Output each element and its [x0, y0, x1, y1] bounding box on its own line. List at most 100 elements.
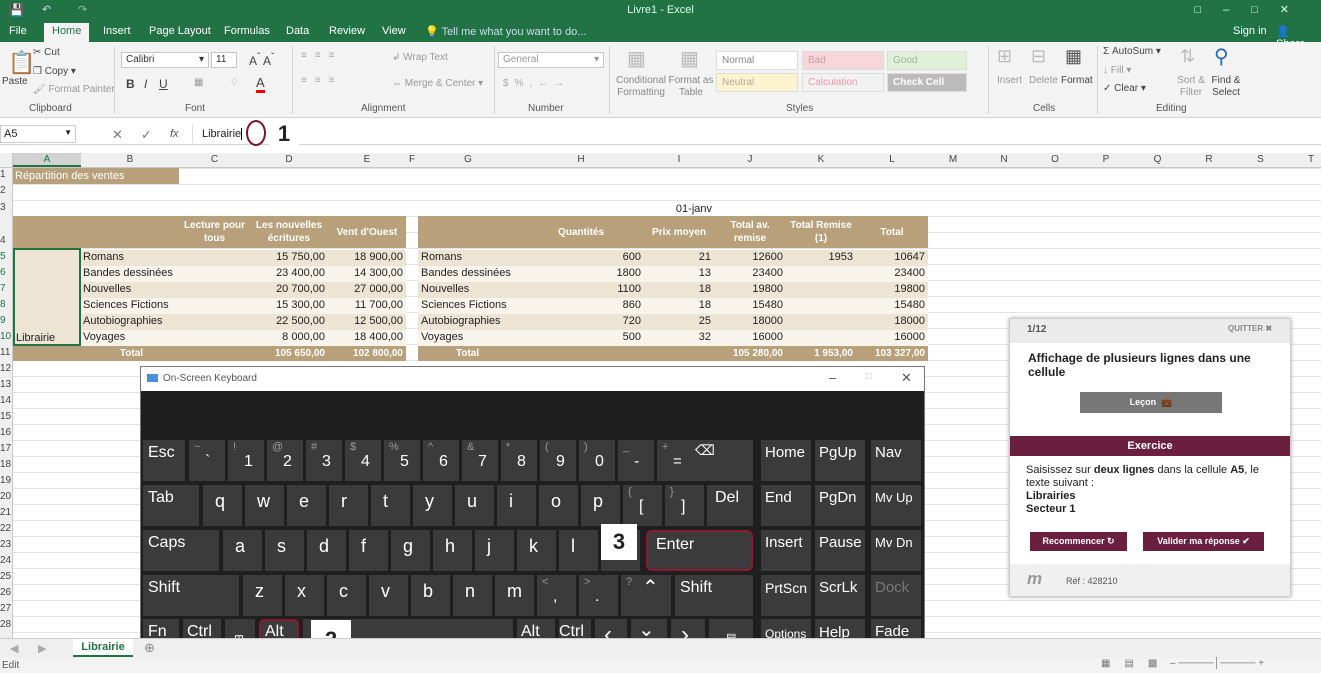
key-d[interactable]: d	[307, 530, 346, 571]
row-header[interactable]: 27	[0, 603, 12, 614]
delete-cells-icon[interactable]: ⊟	[1031, 46, 1046, 67]
key-r[interactable]: r	[329, 485, 368, 526]
row-header[interactable]: 10	[0, 331, 12, 342]
style-neutral[interactable]: Neutral	[716, 73, 798, 92]
number-format-select[interactable]: General ▾	[498, 52, 604, 68]
row-header[interactable]: 24	[0, 555, 12, 566]
table-cell[interactable]: 860	[518, 298, 644, 314]
format-cells-icon[interactable]: ▦	[1065, 46, 1082, 67]
key-caps[interactable]: Caps	[143, 530, 219, 571]
restart-button[interactable]: Recommencer ↻	[1030, 532, 1127, 551]
col-header-c[interactable]: C	[179, 154, 250, 165]
row-header[interactable]: 26	[0, 587, 12, 598]
key-del[interactable]: Del	[709, 485, 753, 526]
col-header-i[interactable]: I	[644, 154, 714, 165]
format-table-icon[interactable]: ▦	[680, 46, 699, 71]
header-cell[interactable]: Quantités	[518, 216, 644, 248]
table-cell[interactable]	[786, 266, 856, 282]
table-cell[interactable]	[179, 330, 250, 346]
key-5[interactable]: % 5	[384, 440, 420, 481]
header-cell[interactable]	[13, 216, 81, 248]
fx-icon[interactable]: fx	[170, 128, 179, 140]
table-cell[interactable]: 15480	[714, 298, 786, 314]
key-x[interactable]: x	[285, 575, 324, 616]
table-cell[interactable]: 16000	[714, 330, 786, 346]
col-header-b[interactable]: B	[81, 154, 179, 165]
font-color-icon[interactable]: A	[256, 75, 265, 93]
key-e[interactable]: e	[287, 485, 326, 526]
key-z[interactable]: z	[243, 575, 282, 616]
key-tab[interactable]: Tab	[143, 485, 199, 526]
table-cell[interactable]: 1953	[786, 250, 856, 266]
col-header-p[interactable]: P	[1080, 154, 1132, 165]
key-home[interactable]: Home	[761, 440, 811, 481]
col-header-e[interactable]: E	[328, 154, 406, 165]
key-dock[interactable]: Dock	[871, 575, 921, 616]
key-][interactable]: }]	[665, 485, 704, 526]
cut-button[interactable]: ✂ Cut	[33, 47, 60, 58]
sheet-tab-librairie[interactable]: Librairie	[73, 639, 133, 657]
table-row-label[interactable]: Autobiographies	[81, 314, 179, 330]
cancel-icon[interactable]: ✕	[112, 127, 123, 143]
right-total-tot[interactable]: 103 327,00	[856, 346, 928, 361]
key-7[interactable]: & 7	[462, 440, 498, 481]
col-header-l[interactable]: L	[856, 154, 928, 165]
row-header[interactable]: 9	[0, 315, 12, 326]
header-cell[interactable]	[418, 216, 518, 248]
copy-button[interactable]: ❐ Copy ▾	[33, 66, 76, 77]
col-header-r[interactable]: R	[1183, 154, 1235, 165]
table-cell[interactable]: 27 000,00	[328, 282, 406, 298]
key-c[interactable]: c	[327, 575, 366, 616]
format-cells-button[interactable]: Format	[1061, 75, 1093, 86]
col-header-h[interactable]: H	[518, 154, 644, 165]
key-,[interactable]: <,	[537, 575, 576, 616]
col-header-o[interactable]: O	[1030, 154, 1080, 165]
table-row-label[interactable]: Bandes dessinées	[418, 266, 518, 282]
key-1[interactable]: ! 1	[228, 440, 264, 481]
italic-button[interactable]: I	[144, 77, 147, 91]
header-cell[interactable]: Prix moyen	[644, 216, 714, 248]
currency-percent-icons[interactable]: $%,←→	[503, 78, 570, 89]
col-header-a[interactable]: A	[13, 153, 81, 167]
row-header[interactable]: 18	[0, 459, 12, 470]
table-cell[interactable]: 12 500,00	[328, 314, 406, 330]
table-cell[interactable]: 18000	[856, 314, 928, 330]
key-g[interactable]: g	[391, 530, 430, 571]
left-total-d[interactable]: 105 650,00	[250, 346, 328, 361]
sheet-title[interactable]: Répartition des ventes	[13, 168, 179, 184]
key-p[interactable]: p	[581, 485, 620, 526]
row-header[interactable]: 22	[0, 523, 12, 534]
format-as-table-button[interactable]: Format as Table	[668, 75, 714, 99]
key-3[interactable]: #3	[306, 440, 342, 481]
key-w[interactable]: w	[245, 485, 284, 526]
row-header[interactable]: 8	[0, 299, 12, 310]
key-h[interactable]: h	[433, 530, 472, 571]
key-mvup[interactable]: Mv Up	[871, 485, 921, 526]
quit-button[interactable]: QUITTER ✖	[1228, 324, 1272, 333]
style-calculation[interactable]: Calculation	[802, 73, 884, 92]
align-top-icons[interactable]: ≡≡≡	[301, 50, 343, 61]
selected-cell-a5[interactable]: Librairie	[13, 248, 81, 346]
col-header-d[interactable]: D	[250, 154, 328, 165]
key-up-arrow[interactable]: ⌃	[635, 575, 671, 616]
col-header-n[interactable]: N	[978, 154, 1030, 165]
col-header-j[interactable]: J	[714, 154, 786, 165]
row-header[interactable]: 15	[0, 411, 12, 422]
find-select-button[interactable]: Find & Select	[1206, 75, 1246, 99]
scroll-right-icon[interactable]: ▶	[38, 642, 46, 655]
col-header-f[interactable]: F	[406, 154, 418, 165]
key-i[interactable]: i	[497, 485, 536, 526]
key-mvdn[interactable]: Mv Dn	[871, 530, 921, 571]
header-cell[interactable]: Total Remise (1)	[786, 216, 856, 248]
key-prtscn[interactable]: PrtScn	[761, 575, 811, 616]
zoom-slider[interactable]: – ─────│───── +	[1170, 658, 1264, 669]
key-9[interactable]: (9	[540, 440, 576, 481]
key-pgdn[interactable]: PgDn	[815, 485, 865, 526]
key-n[interactable]: n	[453, 575, 492, 616]
tab-data[interactable]: Data	[286, 25, 309, 37]
key-l[interactable]: l	[559, 530, 598, 571]
sign-in-link[interactable]: Sign in	[1233, 25, 1267, 37]
key-a[interactable]: a	[223, 530, 262, 571]
table-cell[interactable]: 23 400,00	[250, 266, 328, 282]
row-header[interactable]: 5	[0, 251, 12, 262]
